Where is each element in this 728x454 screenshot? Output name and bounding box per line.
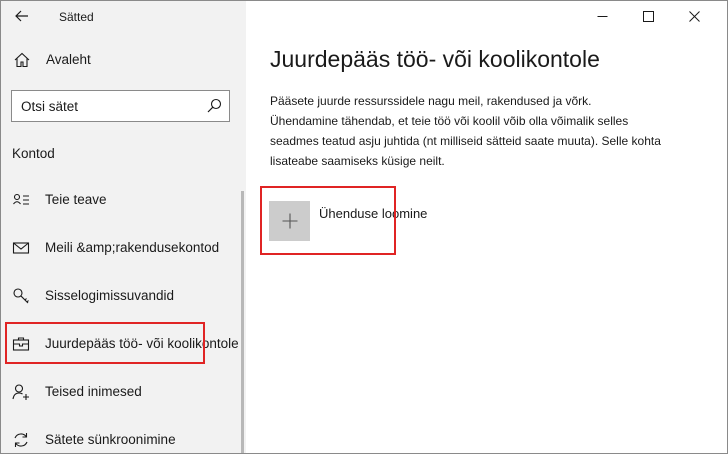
title-bar: Sätted xyxy=(1,1,246,31)
settings-window: Sätted Avaleht Otsi sätet Kontod Teie te… xyxy=(0,0,728,454)
minimize-button[interactable] xyxy=(579,1,625,31)
mail-icon xyxy=(12,242,30,254)
page-title: Juurdepääs töö- või koolikontole xyxy=(270,46,600,72)
minimize-icon xyxy=(597,15,607,17)
sidebar-item-label: Avaleht xyxy=(46,52,91,67)
sidebar-item-label: Meili &amp;rakendusekontod xyxy=(45,240,220,255)
sidebar-item-sign-in-options[interactable]: Sisselogimissuvandid xyxy=(1,276,241,316)
maximize-icon xyxy=(642,10,654,22)
person-card-icon xyxy=(13,193,29,205)
sync-icon xyxy=(14,433,28,447)
sidebar-item-your-info[interactable]: Teie teave xyxy=(1,180,241,220)
main-content: Juurdepääs töö- või koolikontole Pääsete… xyxy=(246,1,727,453)
search-placeholder: Otsi sätet xyxy=(21,99,79,114)
sidebar-item-label: Teie teave xyxy=(45,192,107,207)
search-icon xyxy=(207,98,222,113)
sidebar-item-label: Sisselogimissuvandid xyxy=(45,288,175,303)
search-input[interactable]: Otsi sätet xyxy=(11,90,230,122)
description-line: lisateabe saamiseks küsige neilt. xyxy=(270,154,445,168)
highlight-box-connect xyxy=(260,186,396,255)
sidebar-item-sync-settings[interactable]: Sätete sünkroonimine xyxy=(1,420,241,453)
page-description: Pääsete juurde ressurssidele nagu meil, … xyxy=(270,91,661,171)
maximize-button[interactable] xyxy=(625,1,671,31)
person-add-icon xyxy=(12,384,29,400)
sidebar-item-other-people[interactable]: Teised inimesed xyxy=(1,372,241,412)
sidebar-item-email-accounts[interactable]: Meili &amp;rakendusekontod xyxy=(1,228,241,268)
sidebar-scrollbar[interactable] xyxy=(241,191,244,453)
sidebar-item-home[interactable]: Avaleht xyxy=(1,45,246,75)
description-line: Pääsete juurde ressurssidele nagu meil, … xyxy=(270,94,592,108)
section-label: Kontod xyxy=(12,146,55,161)
home-icon xyxy=(14,52,30,68)
back-button[interactable] xyxy=(11,5,33,27)
description-line: seadmes teatud asju juhtida (nt millisei… xyxy=(270,134,661,148)
close-icon xyxy=(688,10,700,22)
sidebar: Sätted Avaleht Otsi sätet Kontod Teie te… xyxy=(1,1,246,453)
sidebar-item-label: Sätete sünkroonimine xyxy=(45,432,176,447)
sidebar-item-label: Teised inimesed xyxy=(45,384,142,399)
highlight-box-nav xyxy=(5,322,205,364)
key-icon xyxy=(13,288,29,304)
back-arrow-icon xyxy=(15,10,28,22)
description-line: Ühendamine tähendab, et teie töö või koo… xyxy=(270,114,629,128)
app-title: Sätted xyxy=(59,10,94,24)
close-button[interactable] xyxy=(671,1,717,31)
